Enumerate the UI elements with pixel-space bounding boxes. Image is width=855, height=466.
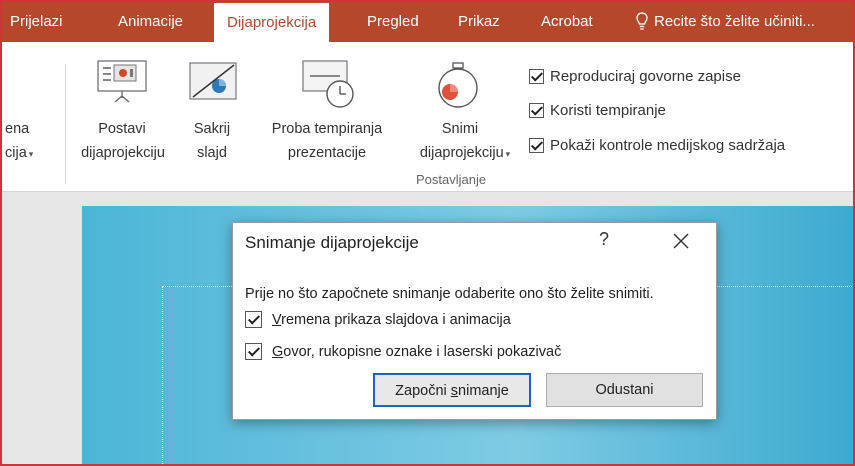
checkbox-checked-icon[interactable] bbox=[529, 103, 544, 118]
help-button[interactable]: ? bbox=[599, 229, 609, 250]
dialog-title: Snimanje dijaprojekcije bbox=[245, 233, 419, 252]
ribbon-tab-bar: Prijelazi Animacije Dijaprojekcija Pregl… bbox=[2, 2, 853, 42]
checkbox-narrations-ink-laser[interactable]: Govor, rukopisne oznake i laserski pokaz… bbox=[245, 343, 561, 360]
dropdown-arrow-icon: ▾ bbox=[28, 149, 34, 159]
setup-label-line1: Postavi bbox=[98, 121, 146, 137]
start-recording-button[interactable]: Započni snimanje bbox=[373, 373, 531, 407]
checkbox-label: Govor, rukopisne oznake i laserski pokaz… bbox=[272, 343, 562, 360]
checkbox-label: Reproduciraj govorne zapise bbox=[550, 68, 741, 85]
rehearse-label-line1: Proba tempiranja bbox=[271, 121, 383, 137]
checkbox-label: Vremena prikaza slajdova i animacija bbox=[272, 311, 511, 328]
dialog-prompt: Prije no što započnete snimanje odaberit… bbox=[245, 286, 654, 302]
tab-transitions[interactable]: Prijelazi bbox=[10, 2, 63, 42]
checkbox-checked-icon[interactable] bbox=[245, 311, 262, 328]
checkbox-play-narrations[interactable]: Reproduciraj govorne zapise bbox=[529, 68, 741, 85]
tab-review[interactable]: Pregled bbox=[367, 2, 419, 42]
tab-acrobat[interactable]: Acrobat bbox=[541, 2, 593, 42]
setup-label-line2: dijaprojekciju bbox=[81, 145, 165, 161]
lightbulb-icon bbox=[636, 12, 648, 30]
checkbox-show-media-controls[interactable]: Pokaži kontrole medijskog sadržaja bbox=[529, 137, 785, 154]
slideshow-setup-icon bbox=[97, 60, 147, 103]
record-label-line2: dijaprojekciju ▾ bbox=[419, 145, 511, 161]
group-divider bbox=[65, 64, 66, 184]
record-slideshow-dialog: Snimanje dijaprojekcije ? Prije no što z… bbox=[232, 222, 717, 420]
powerpoint-window: Prijelazi Animacije Dijaprojekcija Pregl… bbox=[0, 0, 855, 466]
checkbox-label: Pokaži kontrole medijskog sadržaja bbox=[550, 137, 786, 154]
hide-slide-icon bbox=[189, 62, 237, 100]
checkbox-checked-icon[interactable] bbox=[529, 138, 544, 153]
tab-animations[interactable]: Animacije bbox=[118, 2, 183, 42]
tell-me-search[interactable]: Recite što želite učiniti... bbox=[636, 2, 815, 42]
checkbox-use-timings[interactable]: Koristi tempiranje bbox=[529, 102, 666, 119]
checkbox-label: Koristi tempiranje bbox=[550, 102, 666, 119]
hide-slide-label-line2: slajd bbox=[197, 145, 227, 161]
rehearse-timings-icon bbox=[302, 60, 354, 108]
tell-me-label: Recite što želite učiniti... bbox=[654, 13, 815, 30]
cancel-button[interactable]: Odustani bbox=[546, 373, 703, 407]
ribbon-panel: ena cija ▾ Postavi dijaprojekciju Sakrij… bbox=[2, 42, 853, 192]
close-icon[interactable] bbox=[671, 231, 691, 251]
checkbox-checked-icon[interactable] bbox=[245, 343, 262, 360]
cut-off-label-line1: ena bbox=[5, 121, 30, 137]
checkbox-checked-icon[interactable] bbox=[529, 69, 544, 84]
tab-slideshow[interactable]: Dijaprojekcija bbox=[214, 2, 330, 42]
tab-view[interactable]: Prikaz bbox=[458, 2, 500, 42]
rehearse-label-line2: prezentacije bbox=[287, 145, 367, 161]
hide-slide-label-line1: Sakrij bbox=[193, 121, 231, 137]
cut-off-label-line2: cija ▾ bbox=[5, 145, 34, 161]
record-label-line1: Snimi bbox=[441, 121, 479, 137]
record-icon bbox=[438, 62, 478, 108]
ribbon-group-label: Postavljanje bbox=[416, 172, 487, 187]
dropdown-arrow-icon: ▾ bbox=[505, 149, 511, 159]
checkbox-slide-animation-timings[interactable]: Vremena prikaza slajdova i animacija bbox=[245, 311, 511, 328]
